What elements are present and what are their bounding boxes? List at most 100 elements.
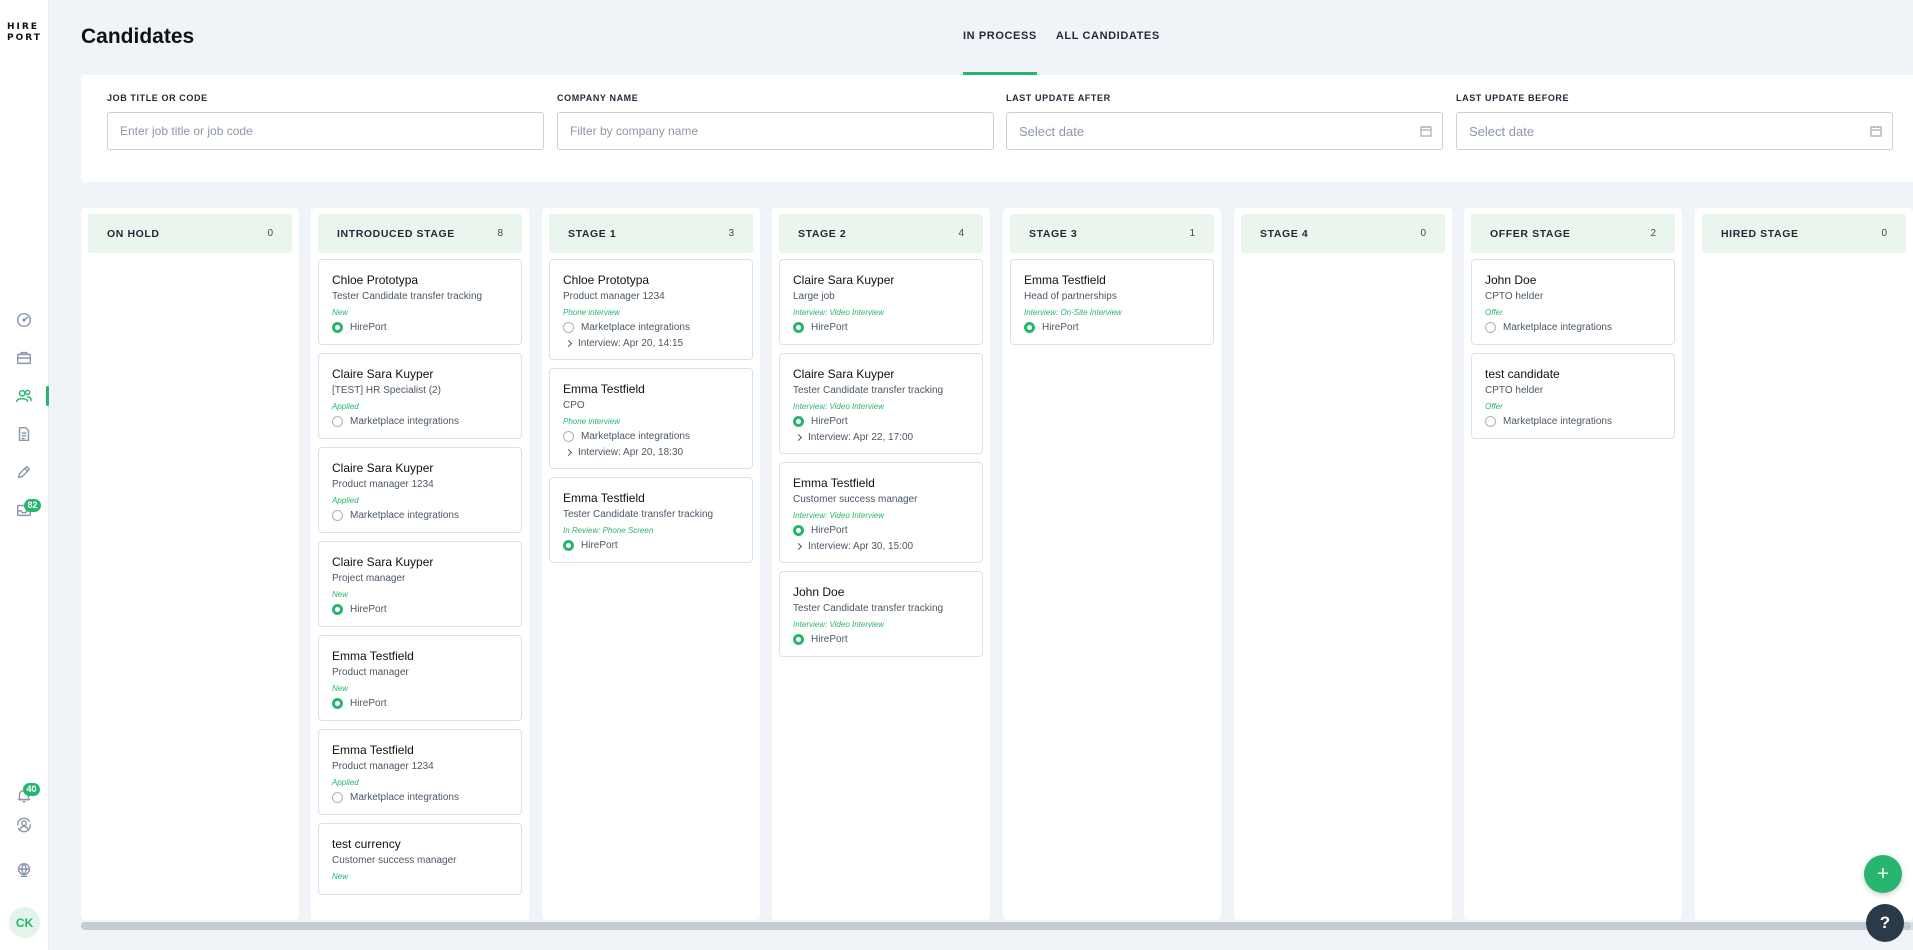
candidate-name[interactable]: John Doe (793, 585, 969, 599)
stage-count: 2 (1650, 228, 1656, 239)
candidate-name[interactable]: test currency (332, 837, 508, 851)
company-name: Marketplace integrations (350, 415, 459, 427)
candidate-card[interactable]: test candidate CPTO helder Offer Marketplac… (1471, 353, 1675, 439)
interview-time: Interview: Apr 30, 15:00 (808, 541, 914, 552)
horizontal-scrollbar[interactable] (81, 922, 1913, 930)
job-filter-input[interactable]: Enter job title or job code (107, 112, 544, 150)
candidate-card[interactable]: Claire Sara Kuyper [TEST] HR Specialist (… (318, 353, 522, 439)
candidate-card[interactable]: John Doe CPTO helder Offer Marketplace inte… (1471, 259, 1675, 345)
tab-all-candidates[interactable]: ALL CANDIDATES (1056, 0, 1160, 75)
candidate-card[interactable]: Chloe Prototypa Tester Candidate transfer… (318, 259, 522, 345)
stage-column: STAGE 1 3 Chloe Prototypa Product manager 1… (542, 208, 760, 920)
refresh-user-icon[interactable] (14, 815, 34, 835)
job-filter-label: JOB TITLE OR CODE (107, 93, 208, 103)
hireport-logo[interactable]: HIRE PORT (7, 22, 41, 44)
update-after-input[interactable]: Select date (1006, 112, 1443, 150)
candidate-name[interactable]: Emma Testfield (563, 382, 739, 396)
job-title: Product manager (332, 667, 409, 678)
candidate-name[interactable]: Emma Testfield (793, 476, 969, 490)
help-button[interactable]: ? (1866, 904, 1904, 942)
company-row: HirePort (332, 696, 508, 710)
company-name: Marketplace integrations (1503, 321, 1612, 333)
candidate-card[interactable]: Chloe Prototypa Product manager 1234 Phone… (549, 259, 753, 360)
view-tabs: IN PROCESS ALL CANDIDATES (963, 0, 1179, 75)
candidate-name[interactable]: Claire Sara Kuyper (793, 273, 969, 287)
candidate-card[interactable]: Claire Sara Kuyper Tester Candidate trans… (779, 353, 983, 454)
stage-header: STAGE 4 0 (1241, 214, 1445, 253)
candidate-card[interactable]: Claire Sara Kuyper Project manager New Hire… (318, 541, 522, 627)
candidate-card[interactable]: Claire Sara Kuyper Product manager 1234 Ap… (318, 447, 522, 533)
interview-row[interactable]: Interview: Apr 20, 18:30 (563, 447, 739, 458)
company-logo-icon (793, 633, 804, 645)
candidate-card[interactable]: John Doe Tester Candidate transfer tracki… (779, 571, 983, 657)
candidate-name[interactable]: test candidate (1485, 367, 1661, 381)
calendar-icon[interactable] (1870, 125, 1882, 137)
calendar-icon[interactable] (1420, 125, 1432, 137)
chevron-right-icon (564, 339, 573, 348)
interview-row[interactable]: Interview: Apr 22, 17:00 (793, 432, 969, 443)
company-logo-icon (332, 603, 343, 615)
candidate-status: Applied (332, 778, 359, 787)
company-name: HirePort (350, 603, 387, 615)
update-after-placeholder: Select date (1019, 123, 1085, 139)
candidate-name[interactable]: Claire Sara Kuyper (793, 367, 969, 381)
candidate-name[interactable]: Emma Testfield (1024, 273, 1200, 287)
candidate-name[interactable]: Claire Sara Kuyper (332, 461, 508, 475)
candidate-card[interactable]: Emma Testfield Product manager 1234 Applie… (318, 729, 522, 815)
stage-header: HIRED STAGE 0 (1702, 214, 1906, 253)
company-logo-icon (332, 415, 343, 427)
interview-row[interactable]: Interview: Apr 20, 14:15 (563, 338, 739, 349)
candidate-name[interactable]: Emma Testfield (332, 649, 508, 663)
interview-row[interactable]: Interview: Apr 30, 15:00 (793, 541, 969, 552)
candidate-card[interactable]: Emma Testfield Head of partnerships Interv… (1010, 259, 1214, 345)
job-filter: JOB TITLE OR CODE Enter job title or job… (107, 93, 544, 150)
candidate-card[interactable]: Claire Sara Kuyper Large job Interview: Vi… (779, 259, 983, 345)
company-logo-icon (563, 430, 574, 442)
stage-column: STAGE 4 0 (1234, 208, 1452, 920)
job-title: Product manager 1234 (563, 291, 665, 302)
interview-time: Interview: Apr 20, 18:30 (578, 447, 684, 458)
job-title: [TEST] HR Specialist (2) (332, 385, 441, 396)
user-avatar[interactable]: CK (9, 907, 40, 938)
dashboard-icon[interactable] (14, 310, 34, 330)
company-filter-input[interactable]: Filter by company name (557, 112, 994, 150)
candidate-name[interactable]: Claire Sara Kuyper (332, 555, 508, 569)
interview-time: Interview: Apr 22, 17:00 (808, 432, 914, 443)
candidate-name[interactable]: Emma Testfield (563, 491, 739, 505)
candidate-status: New (332, 590, 349, 599)
update-before-input[interactable]: Select date (1456, 112, 1893, 150)
candidate-card[interactable]: Emma Testfield Tester Candidate transfer … (549, 477, 753, 563)
candidates-icon[interactable] (14, 386, 34, 406)
globe-icon[interactable] (14, 860, 34, 880)
add-candidate-button[interactable]: + (1864, 855, 1902, 893)
candidate-card[interactable]: Emma Testfield Customer success manager In… (779, 462, 983, 563)
candidate-name[interactable]: Chloe Prototypa (332, 273, 508, 287)
job-title: Large job (793, 291, 835, 302)
job-title: Head of partnerships (1024, 291, 1117, 302)
candidate-card[interactable]: Emma Testfield CPO Phone interview Marketpl… (549, 368, 753, 469)
scrollbar-thumb[interactable] (81, 922, 1911, 930)
chevron-right-icon (794, 433, 803, 442)
company-row: Marketplace integrations (332, 414, 508, 428)
candidate-status: New (332, 308, 349, 317)
stage-header: STAGE 1 3 (549, 214, 753, 253)
company-name: Marketplace integrations (581, 430, 690, 442)
documents-icon[interactable] (14, 424, 34, 444)
candidate-name[interactable]: Chloe Prototypa (563, 273, 739, 287)
stage-header: INTRODUCED STAGE 8 (318, 214, 522, 253)
candidate-card[interactable]: Emma Testfield Product manager New HirePort (318, 635, 522, 721)
company-name: Marketplace integrations (1503, 415, 1612, 427)
pencil-icon[interactable] (14, 462, 34, 482)
company-row: HirePort (332, 602, 508, 616)
candidate-name[interactable]: John Doe (1485, 273, 1661, 287)
interview-time: Interview: Apr 20, 14:15 (578, 338, 684, 349)
candidate-name[interactable]: Claire Sara Kuyper (332, 367, 508, 381)
stage-count: 0 (267, 228, 273, 239)
stage-column: HIRED STAGE 0 (1695, 208, 1913, 920)
candidate-name[interactable]: Emma Testfield (332, 743, 508, 757)
filters-panel: JOB TITLE OR CODE Enter job title or job… (81, 75, 1913, 182)
briefcase-icon[interactable] (14, 348, 34, 368)
sidebar: HIRE PORT 82 40 CK (0, 0, 49, 950)
tab-in-process[interactable]: IN PROCESS (963, 0, 1037, 75)
candidate-card[interactable]: test currency Customer success manager New (318, 823, 522, 895)
